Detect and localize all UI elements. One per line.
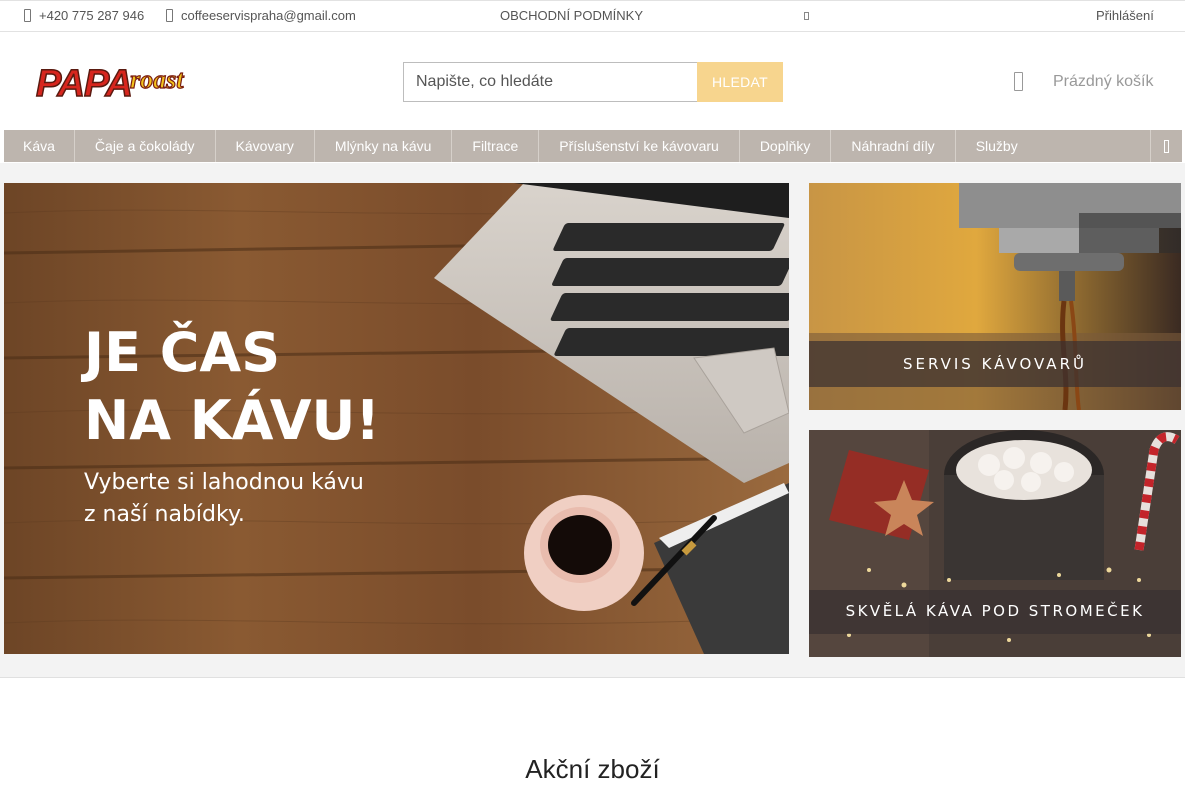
section-title: Akční zboží (525, 754, 660, 784)
papa-roast-logo: PAPA roast (35, 62, 185, 106)
nav-item-kava[interactable]: Káva (4, 130, 75, 162)
nav-item-nahradni-dily[interactable]: Náhradní díly (831, 130, 956, 162)
terms-link-label[interactable]: OBCHODNÍ PODMÍNKY (500, 8, 643, 23)
cart-icon (1014, 72, 1023, 91)
banner-main-image: JE ČAS NA KÁVU! Vyberte si lahodnou kávu… (4, 183, 789, 654)
search-input[interactable] (403, 62, 697, 102)
svg-text:PAPA: PAPA (36, 63, 132, 102)
banner-christmas[interactable]: SKVĚLÁ KÁVA POD STROMEČEK (809, 430, 1181, 657)
email-contact[interactable]: coffeeservispraha@gmail.com (166, 8, 356, 23)
banner-main-sub-1: Vyberte si lahodnou kávu (84, 470, 364, 495)
hero-section: JE ČAS NA KÁVU! Vyberte si lahodnou kávu… (0, 163, 1185, 678)
banner-service-image: SERVIS KÁVOVARŮ (809, 183, 1181, 410)
cart[interactable]: Prázdný košík (1014, 72, 1153, 91)
terms-link[interactable]: OBCHODNÍ PODMÍNKY (500, 8, 643, 23)
banner-main-heading-2: NA KÁVU! (84, 389, 380, 452)
nav-item-mlynky[interactable]: Mlýnky na kávu (315, 130, 453, 162)
banner-main-sub-2: z naší nabídky. (84, 502, 245, 527)
nav-item-doplnky[interactable]: Doplňky (740, 130, 832, 162)
login-link-label[interactable]: Přihlášení (1096, 8, 1154, 23)
svg-text:roast: roast (130, 65, 184, 94)
search-button[interactable]: HLEDAT (697, 62, 783, 102)
main-nav: Káva Čaje a čokolády Kávovary Mlýnky na … (4, 130, 1182, 162)
login-link[interactable]: Přihlášení (1096, 8, 1154, 23)
logo[interactable]: PAPA roast (34, 58, 216, 106)
nav-item-prislusenstvi[interactable]: Příslušenství ke kávovaru (539, 130, 740, 162)
nav-more-button[interactable] (1150, 130, 1182, 162)
nav-item-filtrace[interactable]: Filtrace (452, 130, 540, 162)
phone-number[interactable]: +420 775 287 946 (39, 8, 144, 23)
top-bar: +420 775 287 946 coffeeservispraha@gmail… (0, 0, 1185, 32)
nav-item-kavovary[interactable]: Kávovary (216, 130, 315, 162)
banner-service[interactable]: SERVIS KÁVOVARŮ (809, 183, 1181, 410)
menu-icon (1164, 139, 1169, 153)
banner-main-heading-1: JE ČAS (80, 321, 280, 384)
search-bar: HLEDAT (403, 62, 783, 102)
email-address[interactable]: coffeeservispraha@gmail.com (181, 8, 356, 23)
cart-label[interactable]: Prázdný košík (1053, 73, 1153, 91)
envelope-icon (166, 9, 173, 22)
phone-icon (24, 9, 31, 22)
banner-main[interactable]: JE ČAS NA KÁVU! Vyberte si lahodnou kávu… (4, 183, 789, 654)
banner-service-label: SERVIS KÁVOVARŮ (903, 354, 1087, 373)
banner-christmas-label: SKVĚLÁ KÁVA POD STROMEČEK (846, 601, 1145, 620)
banner-christmas-image: SKVĚLÁ KÁVA POD STROMEČEK (809, 430, 1181, 657)
nav-item-sluzby[interactable]: Služby (956, 130, 1038, 162)
dropdown-icon[interactable] (804, 12, 809, 20)
phone-contact[interactable]: +420 775 287 946 (24, 8, 144, 23)
nav-item-caje[interactable]: Čaje a čokolády (75, 130, 216, 162)
